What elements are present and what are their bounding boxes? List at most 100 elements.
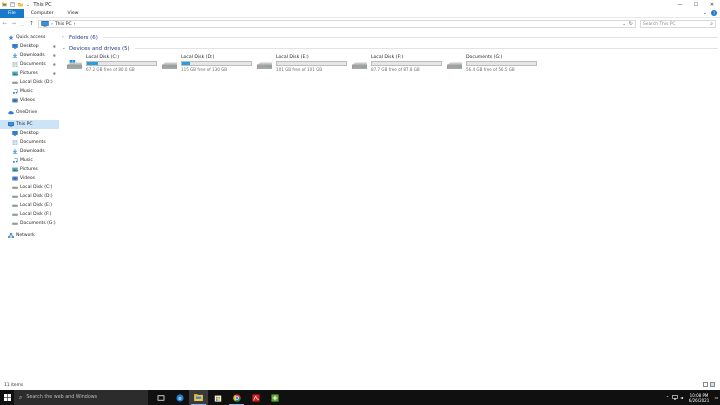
nav-this-pc-item[interactable]: Local Disk (C:)	[0, 183, 59, 192]
back-button[interactable]: ←	[0, 21, 9, 27]
address-dropdown-icon[interactable]: ⌄	[622, 22, 626, 27]
drive-usage-bar	[86, 61, 157, 66]
volume-icon[interactable]: ◄	[678, 395, 685, 400]
taskbar: ⌕ Search the web and Windows e ⌃ ◄ 10:08…	[0, 390, 720, 405]
nav-this-pc-item[interactable]: Music	[0, 156, 59, 165]
nav-this-pc-item[interactable]: Desktop	[0, 129, 59, 138]
nav-item-label: Documents (G:)	[20, 221, 56, 226]
help-icon[interactable]: ?	[711, 10, 717, 16]
nav-network[interactable]: Network	[0, 231, 59, 240]
drive-name: Local Disk (C:)	[86, 55, 120, 60]
nav-quick-access-item[interactable]: Local Disk (D:)	[0, 78, 59, 87]
pictures-icon	[12, 167, 18, 172]
tab-computer[interactable]: Computer	[24, 9, 61, 18]
recent-locations-button[interactable]: ⌄	[18, 22, 27, 27]
chrome-icon[interactable]	[227, 390, 246, 405]
hard-drive-icon	[161, 62, 178, 69]
hard-drive-icon	[446, 62, 463, 69]
tiles-view-icon[interactable]	[710, 382, 715, 387]
chevron-right-icon[interactable]: ›	[62, 35, 68, 40]
new-folder-icon[interactable]	[18, 2, 23, 7]
breadcrumb-this-pc[interactable]: This PC	[55, 22, 72, 27]
nav-quick-access-item[interactable]: Pictures ✱	[0, 69, 59, 78]
maximize-button[interactable]: ☐	[688, 0, 704, 9]
pin-icon[interactable]: ✱	[53, 53, 56, 58]
status-item-count: 11 items	[4, 383, 24, 388]
minimize-button[interactable]: —	[672, 0, 688, 9]
nav-item-label: Videos	[20, 98, 35, 103]
app-green-icon[interactable]	[265, 390, 284, 405]
tab-view[interactable]: View	[61, 9, 86, 18]
desktop-icon	[12, 131, 18, 136]
nav-item-label: Documents	[20, 62, 46, 67]
properties-icon[interactable]	[10, 2, 15, 7]
nav-this-pc-item[interactable]: Videos	[0, 174, 59, 183]
drive-tile[interactable]: Local Disk (D:) 115 GB free of 130 GB	[157, 55, 252, 73]
window-controls: — ☐ ✕	[672, 0, 720, 9]
pin-icon[interactable]: ✱	[53, 71, 56, 76]
path-separator: ›	[51, 21, 53, 27]
drives-list: Local Disk (C:) 67.2 GB free of 80.0 GB Lo…	[62, 55, 718, 73]
nav-this-pc-item[interactable]: Downloads	[0, 147, 59, 156]
group-devices[interactable]: ⌄ Devices and drives (5)	[62, 44, 718, 53]
customize-toolbar-icon[interactable]: ⌄	[26, 2, 29, 7]
pin-icon[interactable]: ✱	[53, 44, 56, 49]
search-icon[interactable]: ⌕	[710, 21, 713, 27]
nav-this-pc-item[interactable]: Local Disk (F:)	[0, 210, 59, 219]
nav-quick-access-item[interactable]: Downloads ✱	[0, 51, 59, 60]
explorer-app-icon[interactable]	[2, 2, 7, 7]
taskbar-search-input[interactable]: ⌕ Search the web and Windows	[14, 390, 148, 405]
network-tray-icon[interactable]	[671, 394, 678, 401]
nav-this-pc-item[interactable]: Local Disk (D:)	[0, 192, 59, 201]
nav-this-pc-item[interactable]: Local Disk (E:)	[0, 201, 59, 210]
details-view-icon[interactable]	[703, 382, 708, 387]
store-icon[interactable]	[208, 390, 227, 405]
nav-quick-access[interactable]: Quick access	[0, 33, 59, 42]
action-center-icon[interactable]: ▭	[713, 395, 720, 400]
nav-quick-access-item[interactable]: Desktop ✱	[0, 42, 59, 51]
nav-quick-access-item[interactable]: Documents ✱	[0, 60, 59, 69]
edge-icon[interactable]: e	[170, 390, 189, 405]
tray-overflow-icon[interactable]: ⌃	[664, 395, 671, 400]
network-icon	[8, 233, 14, 238]
drive-tile[interactable]: Local Disk (E:) 101 GB free of 101 GB	[252, 55, 347, 73]
up-button[interactable]: ↑	[27, 21, 36, 27]
taskbar-clock[interactable]: 10:08 PM 6/26/2021	[685, 393, 713, 403]
close-button[interactable]: ✕	[704, 0, 720, 9]
search-input[interactable]: Search This PC ⌕	[640, 20, 716, 28]
nav-this-pc-item[interactable]: Pictures	[0, 165, 59, 174]
file-explorer-icon[interactable]	[189, 390, 208, 405]
drive-icon	[12, 81, 18, 84]
chevron-down-icon[interactable]: ⌄	[62, 46, 68, 51]
task-view-icon[interactable]	[151, 390, 170, 405]
drive-icon	[12, 195, 18, 198]
quick-access-toolbar: ⌄	[0, 2, 29, 7]
nav-item-label: Documents	[20, 140, 46, 145]
group-folders[interactable]: › Folders (6)	[62, 33, 718, 42]
nav-quick-access-item[interactable]: Music	[0, 87, 59, 96]
drive-free-space: 87.7 GB free of 87.8 GB	[371, 67, 420, 72]
nav-quick-access-item[interactable]: Videos	[0, 96, 59, 105]
drive-tile[interactable]: Local Disk (C:) 67.2 GB free of 80.0 GB	[62, 55, 157, 73]
pin-icon[interactable]: ✱	[53, 62, 56, 67]
path-separator: ›	[73, 21, 76, 27]
drive-tile[interactable]: Documents (G:) 56.4 GB free of 56.5 GB	[442, 55, 537, 73]
start-button[interactable]	[0, 390, 14, 405]
downloads-icon	[12, 149, 18, 154]
nav-this-pc-item[interactable]: Documents (G:)	[0, 219, 59, 228]
nav-network-label: Network	[16, 233, 35, 238]
nav-item-label: Downloads	[20, 149, 45, 154]
nav-this-pc-item[interactable]: Documents	[0, 138, 59, 147]
search-placeholder: Search This PC	[643, 21, 676, 27]
forward-button[interactable]: →	[9, 21, 18, 27]
address-bar-row: ← → ⌄ ↑ › This PC › ⌄ ↻ Search This PC ⌕	[0, 18, 720, 30]
address-bar[interactable]: › This PC › ⌄ ↻	[38, 20, 636, 28]
refresh-icon[interactable]: ↻	[629, 21, 633, 27]
acrobat-icon[interactable]	[246, 390, 265, 405]
drive-tile[interactable]: Local Disk (F:) 87.7 GB free of 87.8 GB	[347, 55, 442, 73]
nav-onedrive[interactable]: OneDrive	[0, 108, 59, 117]
tab-file[interactable]: File	[0, 8, 24, 18]
expand-ribbon-icon[interactable]: ⌄	[703, 10, 707, 16]
nav-item-label: Local Disk (E:)	[20, 203, 53, 208]
nav-this-pc[interactable]: This PC	[0, 120, 59, 129]
